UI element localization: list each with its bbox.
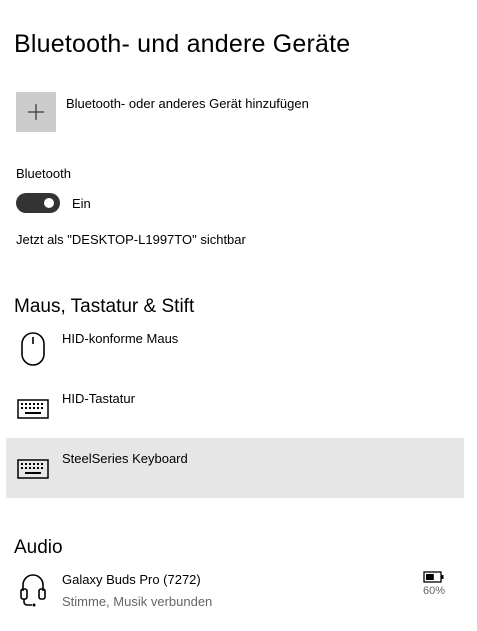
add-device-label[interactable]: Bluetooth- oder anderes Gerät hinzufügen — [66, 96, 309, 111]
visibility-text: Jetzt als "DESKTOP-L1997TO" sichtbar — [16, 232, 246, 247]
mouse-icon — [16, 332, 50, 366]
device-item-steelseries-keyboard[interactable]: SteelSeries Keyboard — [6, 438, 464, 498]
device-name: HID-konforme Maus — [62, 331, 179, 346]
device-name: HID-Tastatur — [62, 391, 135, 406]
section-title-input-devices: Maus, Tastatur & Stift — [14, 296, 195, 317]
bluetooth-toggle[interactable] — [16, 193, 60, 213]
add-device-button[interactable] — [16, 92, 56, 132]
device-name: SteelSeries Keyboard — [62, 451, 188, 466]
bluetooth-toggle-state: Ein — [72, 196, 91, 211]
device-item-keyboard[interactable]: HID-Tastatur — [6, 378, 464, 438]
keyboard-icon — [16, 396, 50, 422]
battery-percentage: 60% — [422, 585, 446, 597]
device-status: Stimme, Musik verbunden — [62, 594, 213, 609]
device-item-mouse[interactable]: HID-konforme Maus — [6, 318, 464, 378]
plus-icon — [28, 104, 44, 120]
toggle-knob — [44, 198, 54, 208]
device-item-galaxy-buds[interactable]: Galaxy Buds Pro (7272) Stimme, Musik ver… — [6, 559, 464, 619]
battery-icon — [423, 571, 444, 583]
section-title-audio: Audio — [14, 537, 63, 558]
page-title: Bluetooth- und andere Geräte — [14, 30, 351, 58]
device-name: Galaxy Buds Pro (7272) — [62, 572, 201, 587]
bluetooth-label: Bluetooth — [16, 166, 71, 181]
headset-icon — [16, 571, 50, 607]
battery-indicator: 60% — [414, 571, 454, 597]
keyboard-icon — [16, 456, 50, 482]
